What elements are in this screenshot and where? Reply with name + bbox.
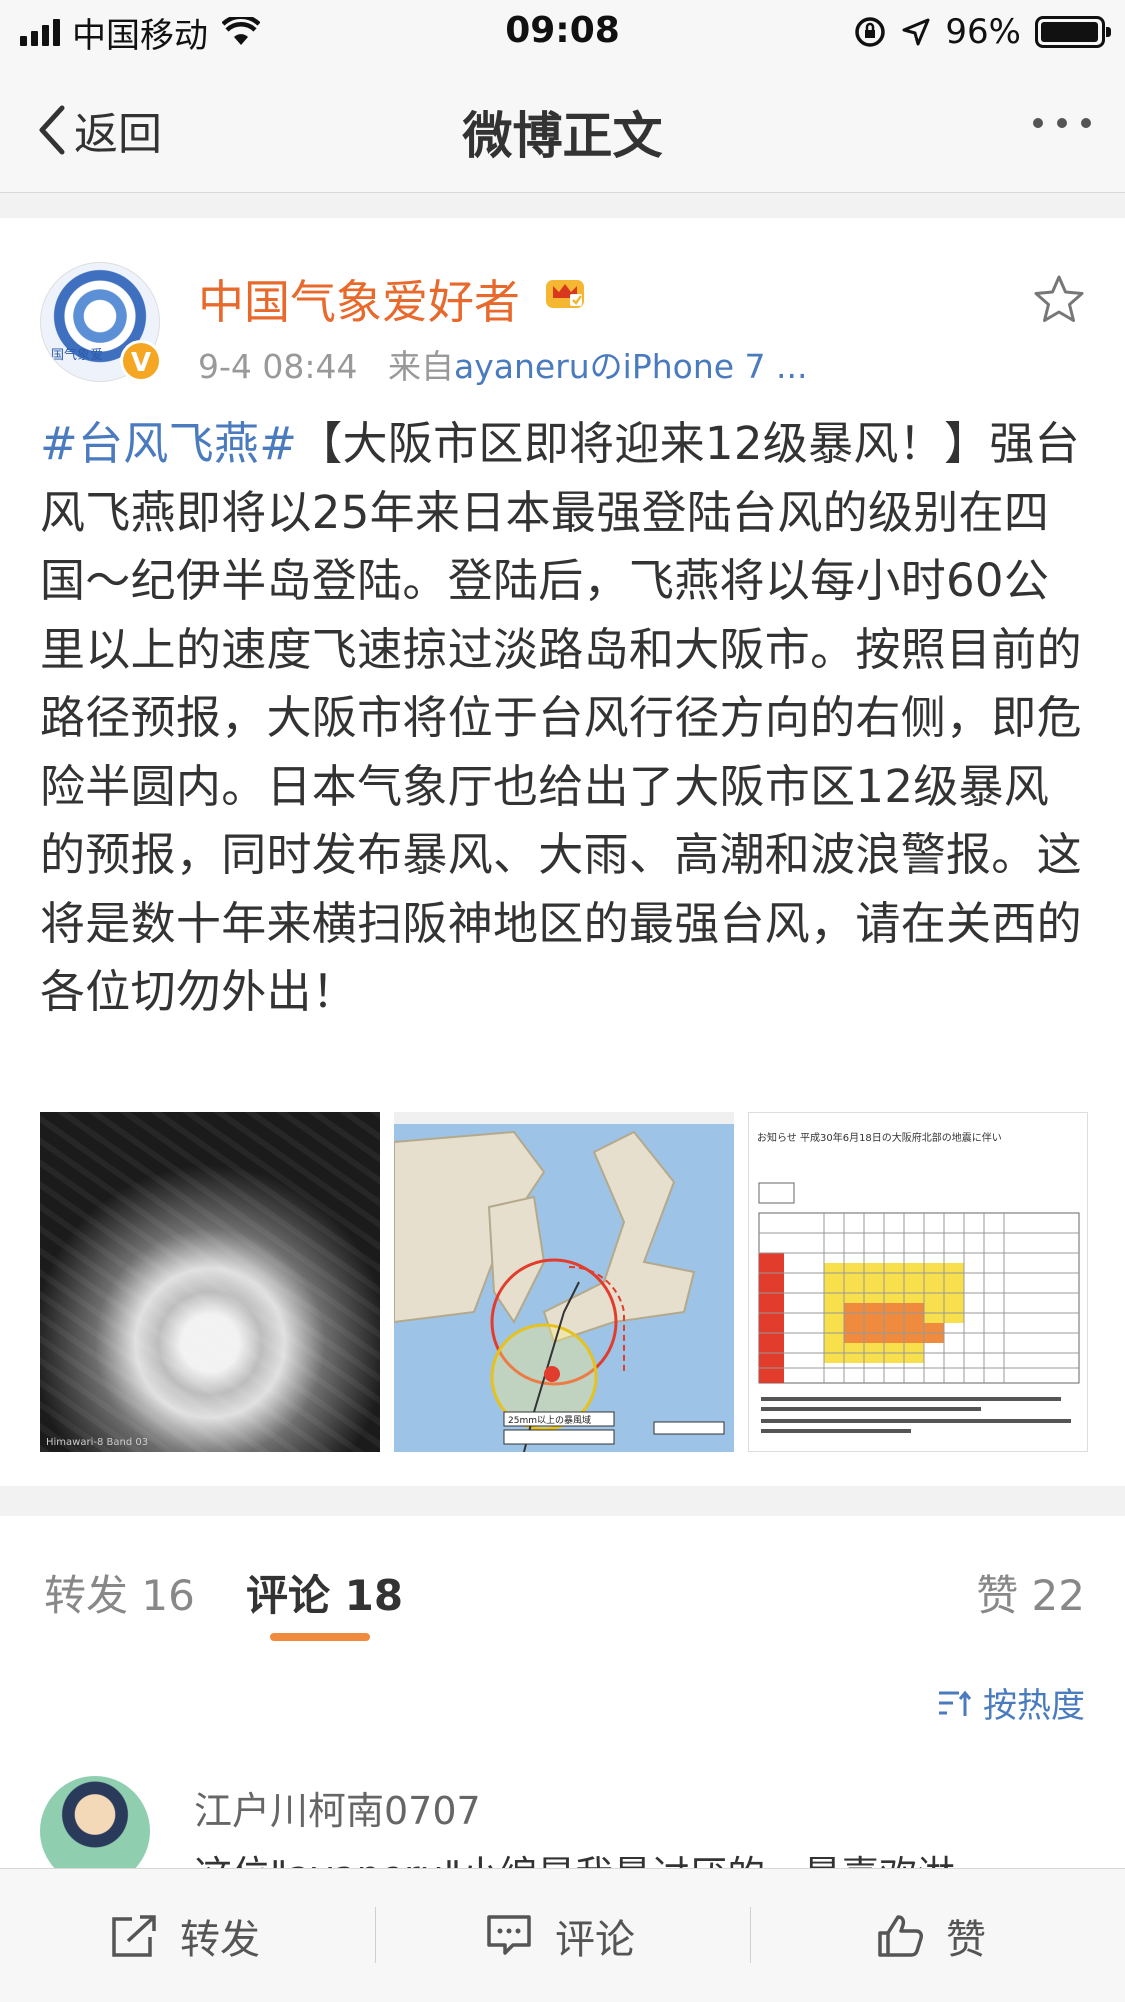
thumbs-up-icon [878,1914,923,1957]
star-icon[interactable] [1033,274,1085,324]
comment-item[interactable]: 江户川柯南0707 这位"ayaneru"小编是我最讨厌的，最喜欢淋 [0,1748,1125,1868]
nav-bar: 返回 微博正文 [0,64,1125,193]
repost-label: 转发 [180,1916,260,1963]
share-icon [112,1914,156,1957]
commenter-name[interactable]: 江户川柯南0707 [194,1780,481,1835]
post-text: 【大阪市区即将迎来12级暴风！】强台风飞燕即将以25年来日本最强登陆台风的级别在… [40,417,1082,1018]
tab-comment[interactable]: 评论 18 [246,1562,403,1623]
page-title: 微博正文 [462,107,663,165]
status-right: 96% [853,12,1111,52]
battery-icon [1035,16,1111,48]
post-body: #台风飞燕#【大阪市区即将迎来12级暴风！】强台风飞燕即将以25年来日本最强登陆… [40,410,1090,1027]
post-meta: 9-4 08:44 来自ayaneruのiPhone 7 ... [198,340,808,388]
post-source[interactable]: ayaneruのiPhone 7 ... [454,347,808,386]
commenter-avatar[interactable] [40,1776,150,1868]
satellite-image[interactable]: Himawari-8 Band 03 [40,1112,380,1452]
comment-label: 评论 [555,1916,635,1963]
warning-table-graphic [758,1182,1080,1443]
more-button[interactable] [1033,118,1091,128]
repost-button[interactable]: 转发 [110,1869,260,2002]
more-dot-icon [1057,118,1067,128]
image-caption: 25mm以上の暴風域 [508,1416,591,1426]
post-time: 9-4 08:44 [198,347,358,386]
tab-like[interactable]: 赞 22 [976,1562,1085,1623]
verified-badge: V [120,340,162,382]
image-caption: Himawari-8 Band 03 [46,1437,149,1448]
map-shapes [394,1112,734,1452]
rotation-lock-icon [855,17,886,47]
sort-icon [939,1690,971,1716]
interaction-tabs: 转发 16 评论 18 赞 22 [0,1516,1125,1649]
more-dot-icon [1033,118,1043,128]
active-tab-indicator [270,1633,370,1641]
comment-icon [487,1914,531,1955]
like-button[interactable]: 赞 [876,1869,986,2002]
crown-icon [546,280,584,308]
location-icon [902,18,930,46]
comment-button[interactable]: 评论 [485,1869,635,2002]
source-prefix: 来自 [388,347,454,386]
sort-button[interactable]: 按热度 [937,1678,1085,1727]
warning-table-image[interactable]: お知らせ 平成30年6月18日の大阪府北部の地震に伴い [748,1112,1088,1452]
avatar-text: 国气象爱 [51,348,104,363]
more-dot-icon [1081,118,1091,128]
like-label: 赞 [946,1916,986,1963]
typhoon-track-map[interactable]: 25mm以上の暴風域 [394,1112,734,1452]
status-bar: 中国移动 09:08 96% [0,0,1125,64]
battery-percent: 96% [945,12,1021,52]
post-card: 国气象爱 V 中国气象爱好者 9-4 08:44 来自ayaneruのiPhon… [0,218,1125,1486]
sort-label: 按热度 [983,1686,1085,1726]
sort-row: 按热度 [0,1648,1125,1748]
image-grid: Himawari-8 Band 03 25mm以上の暴風域 お知らせ 平成30年… [40,1112,1088,1452]
hashtag-link[interactable]: #台风飞燕# [40,417,297,470]
author-name[interactable]: 中国气象爱好者 [198,266,520,332]
tab-repost[interactable]: 转发 16 [44,1562,195,1623]
comment-text: 这位"ayaneru"小编是我最讨厌的，最喜欢淋 [194,1844,955,1868]
bottom-toolbar: 转发 评论 赞 [0,1868,1125,2002]
